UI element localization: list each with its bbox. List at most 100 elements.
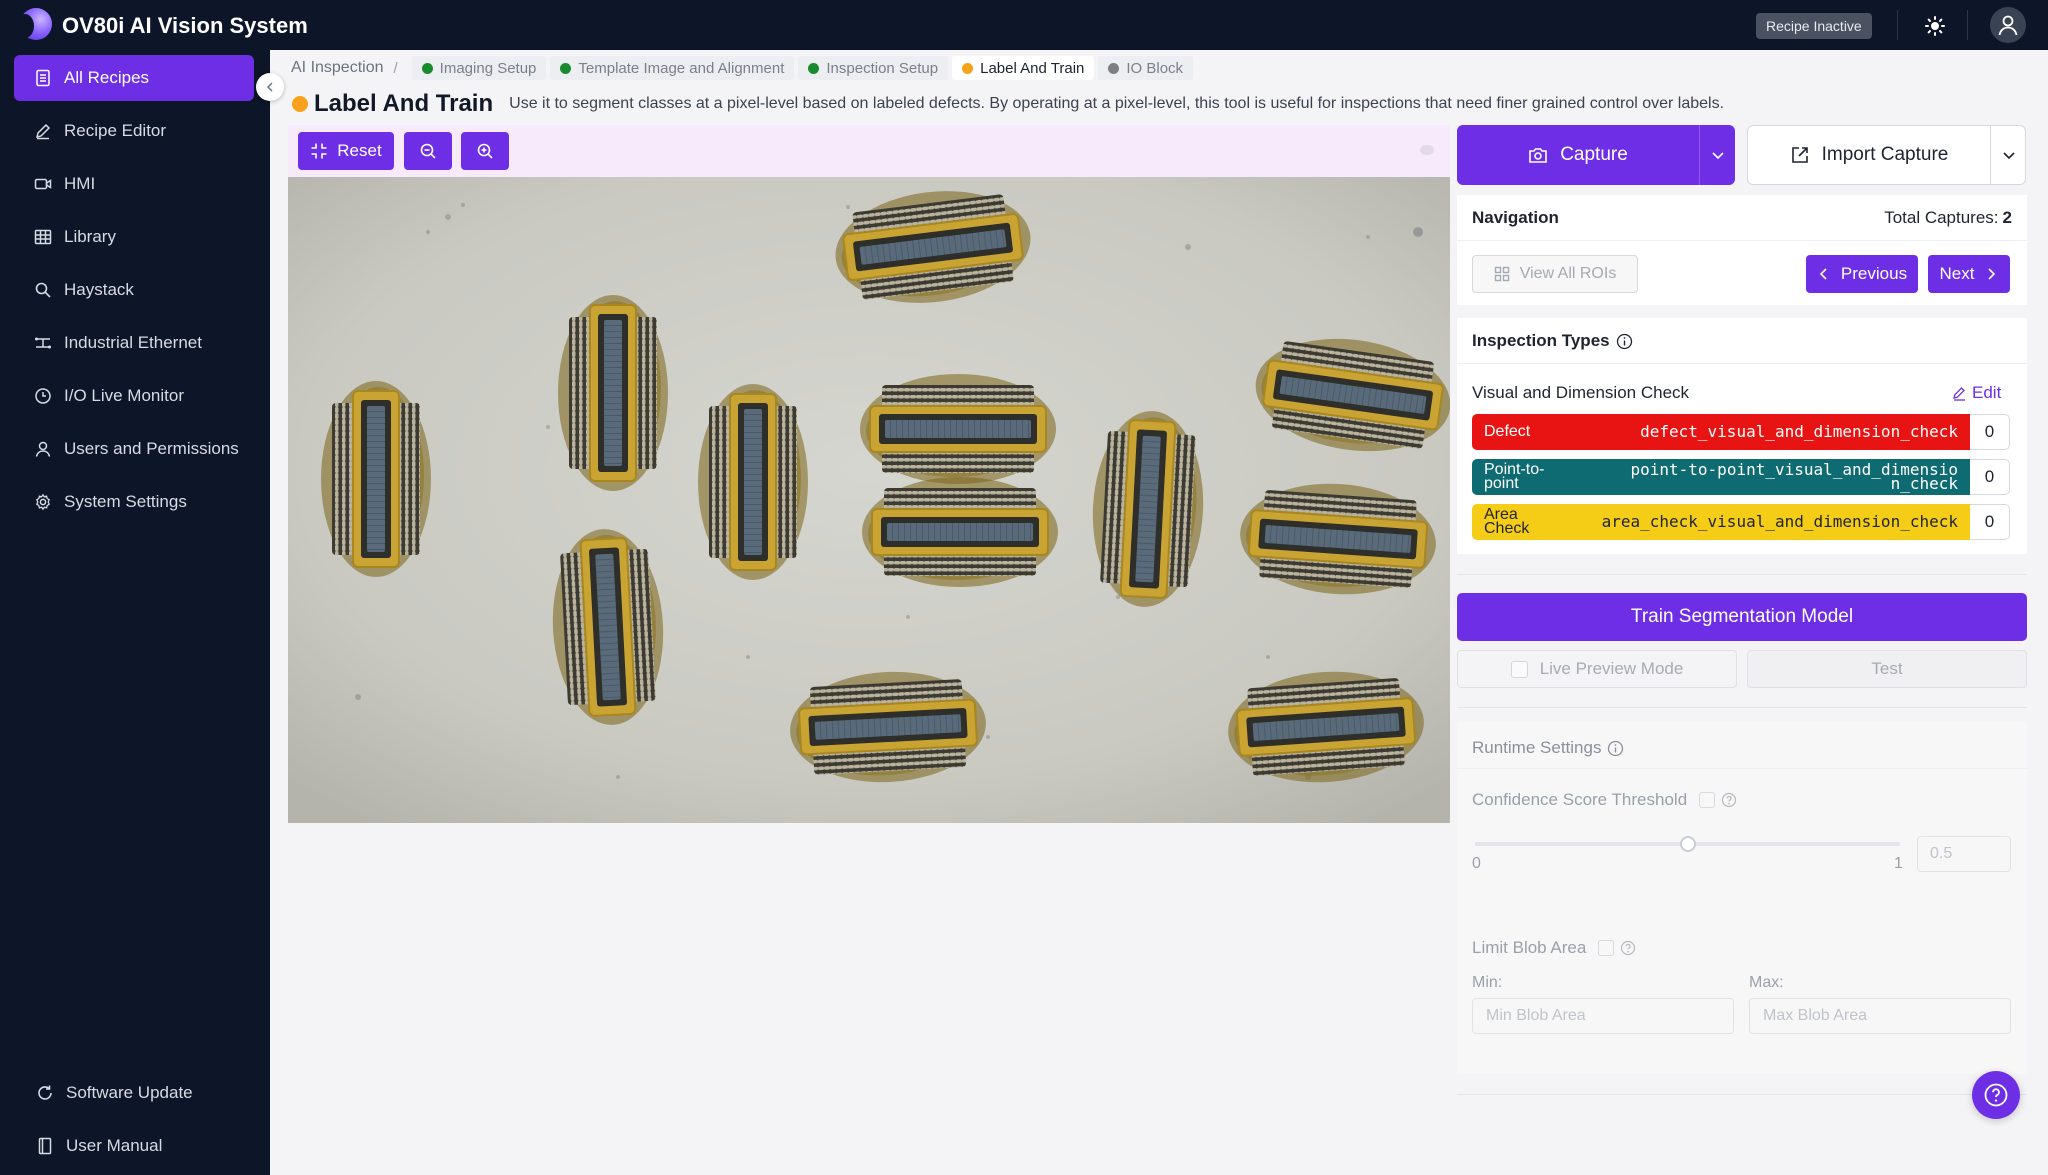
- import-dropdown-toggle[interactable]: [1991, 126, 2026, 184]
- sidebar-item-label: User Manual: [66, 1136, 163, 1155]
- reset-button-label: Reset: [337, 141, 382, 160]
- sidebar-item-hmi[interactable]: HMI: [14, 161, 254, 207]
- capture-button[interactable]: Capture: [1457, 125, 1735, 185]
- book-icon: [38, 1137, 52, 1155]
- total-captures-label: Total Captures:: [1884, 208, 1999, 227]
- sidebar-item-label: HMI: [64, 174, 96, 193]
- zoom-out-button[interactable]: [404, 132, 452, 170]
- import-capture-main-action[interactable]: Import Capture: [1748, 126, 1990, 184]
- sidebar: All Recipes Recipe Editor HMI Library Ha…: [0, 50, 270, 1175]
- section-divider: [1457, 574, 2027, 575]
- next-button[interactable]: Next: [1928, 255, 2010, 293]
- recipe-status-badge: Recipe Inactive: [1756, 13, 1872, 39]
- connector-part: [320, 380, 432, 578]
- breadcrumb-step-label: Template Image and Alignment: [578, 59, 785, 77]
- sidebar-item-label: Recipe Editor: [64, 121, 167, 140]
- user-menu-button[interactable]: [1990, 7, 2026, 43]
- grid-icon: [1494, 266, 1509, 282]
- import-capture-button[interactable]: Import Capture: [1747, 125, 2026, 185]
- monitor-clock-icon: [35, 388, 51, 404]
- capture-main-action[interactable]: Capture: [1457, 125, 1699, 185]
- inspection-type-defect[interactable]: Defect defect_visual_and_dimension_check: [1472, 414, 1970, 450]
- toolbar-drag-handle[interactable]: [1420, 145, 1434, 155]
- sidebar-item-io-live-monitor[interactable]: I/O Live Monitor: [14, 373, 254, 419]
- sidebar-item-label: Software Update: [66, 1083, 193, 1102]
- breadcrumb-root[interactable]: AI Inspection: [291, 59, 384, 77]
- capture-dropdown-toggle[interactable]: [1700, 125, 1735, 185]
- inspection-types-body: Visual and Dimension Check Edit Defect d…: [1457, 364, 2027, 554]
- sidebar-item-label: Users and Permissions: [64, 439, 239, 458]
- sidebar-item-industrial-ethernet[interactable]: Industrial Ethernet: [14, 320, 254, 366]
- theme-toggle-button[interactable]: [1920, 11, 1950, 41]
- sidebar-item-software-update[interactable]: Software Update: [16, 1070, 256, 1116]
- navigation-title: Navigation: [1472, 208, 1559, 227]
- inspection-type-count: 0: [1970, 459, 2010, 495]
- live-preview-checkbox[interactable]: [1510, 660, 1528, 678]
- capture-image-canvas[interactable]: [288, 177, 1450, 823]
- zoom-in-button[interactable]: [461, 132, 509, 170]
- zoom-in-icon: [477, 143, 493, 159]
- recipe-list-icon: [36, 69, 50, 87]
- inspection-type-point-to-point[interactable]: Point-to-point point-to-point_visual_and…: [1472, 459, 1970, 495]
- status-dot: [962, 62, 974, 74]
- sidebar-item-library[interactable]: Library: [14, 214, 254, 260]
- breadcrumb-step-label: IO Block: [1126, 59, 1184, 77]
- inspection-type-name: Area Check: [1484, 506, 1530, 537]
- section-divider: [1457, 768, 2027, 769]
- min-blob-area-input[interactable]: [1472, 998, 1734, 1034]
- view-all-rois-button[interactable]: View All ROIs: [1472, 255, 1638, 293]
- sidebar-item-system-settings[interactable]: System Settings: [14, 479, 254, 525]
- connector-part: [557, 294, 669, 492]
- confidence-slider[interactable]: [1475, 836, 1900, 852]
- reset-button[interactable]: Reset: [298, 132, 394, 170]
- help-circle-icon[interactable]: [1620, 940, 1636, 956]
- live-preview-mode-toggle[interactable]: Live Preview Mode: [1457, 650, 1737, 688]
- breadcrumb-separator: /: [393, 59, 398, 77]
- max-blob-area-input[interactable]: [1749, 998, 2011, 1034]
- zoom-out-icon: [420, 143, 436, 159]
- slider-fill: [1475, 842, 1688, 846]
- breadcrumb-step-io-block[interactable]: IO Block: [1098, 56, 1194, 80]
- confidence-value-input[interactable]: 0.5: [1917, 836, 2011, 872]
- breadcrumb-step-imaging-setup[interactable]: Imaging Setup: [411, 56, 547, 80]
- sidebar-item-label: Industrial Ethernet: [64, 333, 202, 352]
- info-icon[interactable]: [1616, 333, 1633, 350]
- sun-icon: [1925, 16, 1945, 36]
- page-description: Use it to segment classes at a pixel-lev…: [509, 95, 1725, 112]
- status-dot: [560, 62, 572, 74]
- inspection-type-id: defect_visual_and_dimension_check: [1640, 422, 1958, 441]
- topbar-divider: [1897, 10, 1898, 40]
- topbar-divider: [1967, 10, 1968, 40]
- previous-button[interactable]: Previous: [1806, 255, 1918, 293]
- sidebar-item-users-and-permissions[interactable]: Users and Permissions: [14, 426, 254, 472]
- pencil-icon: [1953, 386, 1965, 401]
- limit-blob-area-checkbox[interactable]: [1598, 940, 1615, 956]
- inspection-group-label: Visual and Dimension Check: [1472, 383, 1690, 402]
- inspection-type-area-check[interactable]: Area Check area_check_visual_and_dimensi…: [1472, 504, 1970, 540]
- help-button[interactable]: [1972, 1071, 2020, 1119]
- shrink-icon: [311, 143, 327, 159]
- info-icon[interactable]: [1607, 740, 1624, 757]
- page-title: Label And Train: [314, 90, 494, 117]
- slider-thumb[interactable]: [1679, 836, 1696, 852]
- test-button[interactable]: Test: [1747, 650, 2027, 688]
- user-icon: [35, 441, 51, 457]
- sidebar-item-recipe-editor[interactable]: Recipe Editor: [14, 108, 254, 154]
- sidebar-item-all-recipes[interactable]: All Recipes: [14, 55, 254, 101]
- confidence-threshold-checkbox[interactable]: [1699, 792, 1716, 808]
- pencil-icon: [35, 123, 51, 140]
- sidebar-collapse-button[interactable]: [256, 73, 284, 101]
- breadcrumb-step-label-and-train[interactable]: Label And Train: [952, 56, 1095, 80]
- breadcrumb-step-inspection-setup[interactable]: Inspection Setup: [798, 56, 949, 80]
- sidebar-item-haystack[interactable]: Haystack: [14, 267, 254, 313]
- slider-min-label: 0: [1472, 855, 1481, 872]
- inspection-type-count: 0: [1970, 414, 2010, 450]
- help-circle-icon[interactable]: [1721, 792, 1737, 808]
- breadcrumb-step-template-image[interactable]: Template Image and Alignment: [550, 56, 795, 80]
- train-segmentation-model-button[interactable]: Train Segmentation Model: [1457, 593, 2027, 641]
- live-preview-label: Live Preview Mode: [1539, 659, 1684, 678]
- edit-inspection-types-link[interactable]: Edit: [1952, 383, 2001, 403]
- app-title: OV80i AI Vision System: [62, 13, 308, 38]
- sidebar-item-user-manual[interactable]: User Manual: [16, 1123, 256, 1169]
- connector-part: [859, 373, 1057, 485]
